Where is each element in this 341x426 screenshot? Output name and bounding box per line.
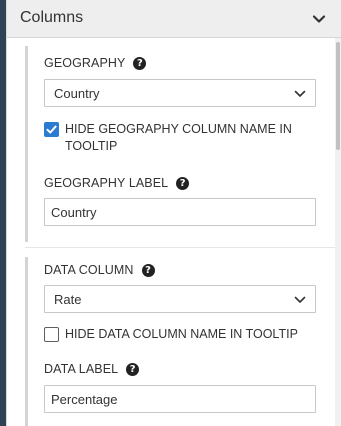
geography-display-heading: GEOGRAPHY LABEL xyxy=(44,176,169,190)
scrollbar-thumb[interactable] xyxy=(336,42,340,150)
check-icon xyxy=(46,125,57,134)
help-icon[interactable]: ? xyxy=(176,177,190,190)
geography-select-value: Country xyxy=(54,86,100,101)
data-column-select[interactable]: Rate xyxy=(44,285,316,313)
data-column-heading: DATA COLUMN xyxy=(44,263,134,277)
data-column-group: DATA COLUMN? Rate HIDE DATA COLUMN NAME … xyxy=(25,257,329,426)
data-display-label-row: DATA LABEL? xyxy=(44,362,140,376)
data-display-heading: DATA LABEL xyxy=(44,362,119,376)
chevron-down-icon xyxy=(294,296,306,303)
hide-data-column-name-label[interactable]: HIDE DATA COLUMN NAME IN TOOLTIP xyxy=(65,326,320,343)
help-icon[interactable]: ? xyxy=(133,57,147,70)
columns-section-header[interactable]: Columns xyxy=(7,0,341,38)
geography-heading: GEOGRAPHY xyxy=(44,56,126,70)
section-title: Columns xyxy=(20,9,84,26)
hide-geography-name-label[interactable]: HIDE GEOGRAPHY COLUMN NAME IN TOOLTIP xyxy=(65,121,320,155)
geography-display-label-row: GEOGRAPHY LABEL? xyxy=(44,176,190,190)
chevron-down-icon xyxy=(294,90,306,97)
columns-panel: Columns GEOGRAPHY? Country HIDE GEOGRAPH… xyxy=(6,0,341,426)
hide-geography-name-checkbox[interactable] xyxy=(44,122,59,137)
data-display-input[interactable] xyxy=(44,385,316,413)
data-column-label-row: DATA COLUMN? xyxy=(44,263,155,277)
data-column-select-value: Rate xyxy=(54,292,82,307)
hide-data-column-name-checkbox[interactable] xyxy=(44,327,59,342)
geography-group: GEOGRAPHY? Country HIDE GEOGRAPHY COLUMN… xyxy=(25,46,329,242)
geography-label-row: GEOGRAPHY? xyxy=(44,56,147,70)
chevron-down-icon[interactable] xyxy=(311,11,327,27)
help-icon[interactable]: ? xyxy=(141,264,155,277)
geography-select[interactable]: Country xyxy=(44,79,316,107)
section-divider xyxy=(25,247,335,248)
geography-display-input[interactable] xyxy=(44,198,316,226)
help-icon[interactable]: ? xyxy=(126,363,140,376)
scrollbar[interactable] xyxy=(335,38,341,426)
columns-panel-content: GEOGRAPHY? Country HIDE GEOGRAPHY COLUMN… xyxy=(7,38,341,426)
